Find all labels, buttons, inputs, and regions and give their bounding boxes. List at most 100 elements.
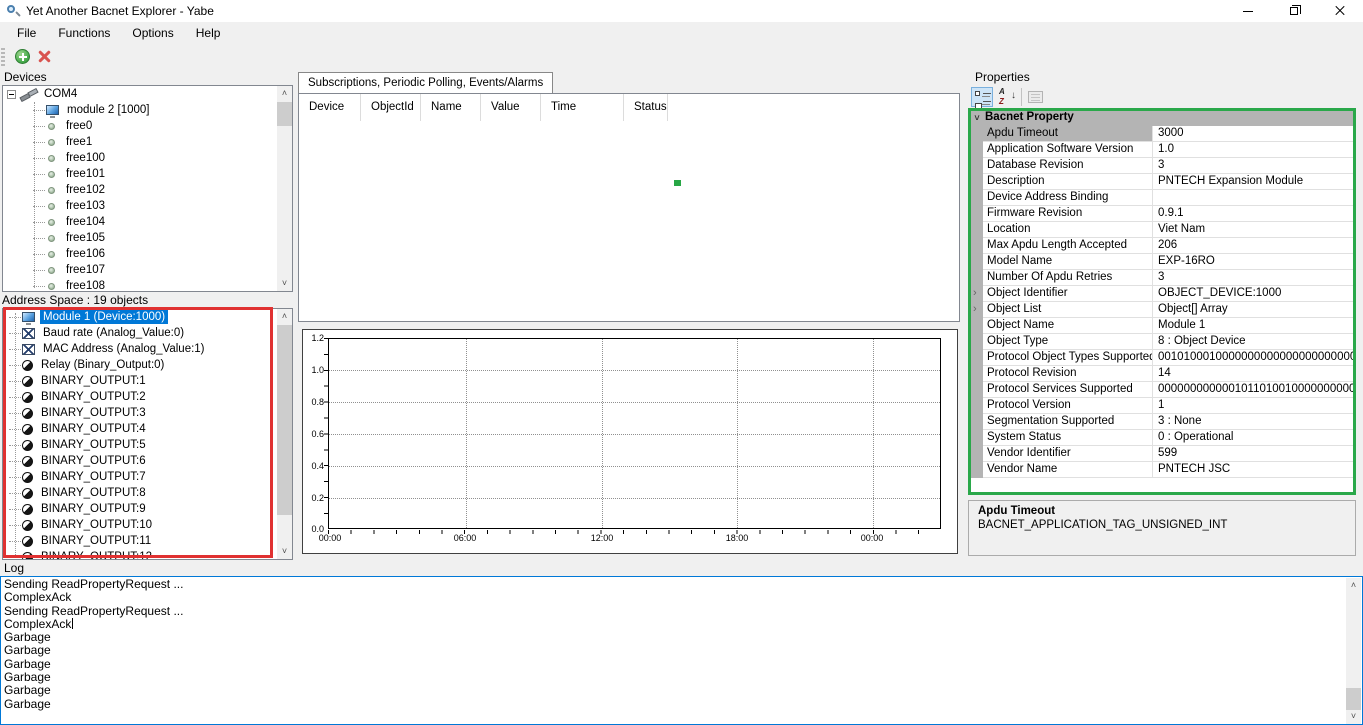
expand-chevron-icon[interactable] [969,398,983,414]
expand-chevron-icon[interactable] [969,206,983,222]
property-row[interactable]: Protocol Version 1 [969,398,1355,414]
tree-item[interactable]: BINARY_OUTPUT:5 [3,437,292,453]
scrollbar-thumb[interactable] [277,102,292,126]
tree-item[interactable]: BINARY_OUTPUT:6 [3,453,292,469]
chevron-down-icon[interactable]: ˅ [969,113,985,123]
property-row[interactable]: Device Address Binding [969,190,1355,206]
tree-item[interactable]: BINARY_OUTPUT:10 [3,517,292,533]
expand-chevron-icon[interactable] [969,446,983,462]
property-name[interactable]: Location [983,222,1153,238]
property-name[interactable]: Protocol Object Types Supported [983,350,1153,366]
property-name[interactable]: Vendor Identifier [983,446,1153,462]
expand-chevron-icon[interactable] [969,222,983,238]
property-row[interactable]: Model Name EXP-16RO [969,254,1355,270]
tree-item[interactable]: BINARY_OUTPUT:11 [3,533,292,549]
property-row[interactable]: Segmentation Supported 3 : None [969,414,1355,430]
tree-item[interactable]: free105 [3,230,292,246]
property-row[interactable]: Firmware Revision 0.9.1 [969,206,1355,222]
expand-chevron-icon[interactable] [969,286,983,302]
collapse-icon[interactable] [7,90,16,99]
tree-item-root[interactable]: COM4 [3,86,292,102]
property-name[interactable]: Database Revision [983,158,1153,174]
property-value[interactable]: 8 : Object Device [1153,334,1355,350]
expand-chevron-icon[interactable] [969,142,983,158]
property-name[interactable]: Vendor Name [983,462,1153,478]
tree-item[interactable]: Baud rate (Analog_Value:0) [3,325,292,341]
property-grid[interactable]: ˅ Bacnet Property Apdu Timeout 3000 Appl… [968,108,1356,495]
tree-item[interactable]: free0 [3,118,292,134]
property-value[interactable]: PNTECH Expansion Module [1153,174,1355,190]
tree-item[interactable]: free1 [3,134,292,150]
expand-chevron-icon[interactable] [969,350,983,366]
property-name[interactable]: Firmware Revision [983,206,1153,222]
expand-chevron-icon[interactable] [969,254,983,270]
scroll-up-icon[interactable]: ˄ [277,309,292,324]
sort-alphabetical-icon[interactable] [996,87,1018,107]
log-scrollbar[interactable]: ˄ ˅ [1346,578,1361,724]
expand-chevron-icon[interactable] [969,462,983,478]
property-value[interactable]: OBJECT_DEVICE:1000 [1153,286,1355,302]
property-name[interactable]: Segmentation Supported [983,414,1153,430]
tree-item[interactable]: free102 [3,182,292,198]
expand-chevron-icon[interactable] [969,126,983,142]
property-name[interactable]: Object Type [983,334,1153,350]
tree-item[interactable]: BINARY_OUTPUT:3 [3,405,292,421]
tree-item[interactable]: free106 [3,246,292,262]
restore-button[interactable] [1271,0,1317,22]
tree-item[interactable]: Module 1 (Device:1000) [3,309,292,325]
add-device-button[interactable] [11,46,33,68]
property-value[interactable]: 0 : Operational [1153,430,1355,446]
property-name[interactable]: Model Name [983,254,1153,270]
category-row[interactable]: ˅ Bacnet Property [969,109,1355,126]
property-row[interactable]: Vendor Identifier 599 [969,446,1355,462]
property-value[interactable]: Object[] Array [1153,302,1355,318]
property-row[interactable]: Object List Object[] Array [969,302,1355,318]
tree-item[interactable]: MAC Address (Analog_Value:1) [3,341,292,357]
property-name[interactable]: Device Address Binding [983,190,1153,206]
property-row[interactable]: Max Apdu Length Accepted 206 [969,238,1355,254]
property-row[interactable]: Application Software Version 1.0 [969,142,1355,158]
scroll-down-icon[interactable]: ˅ [277,276,292,291]
property-row[interactable]: Object Name Module 1 [969,318,1355,334]
property-value[interactable]: 3000 [1153,126,1355,142]
property-value[interactable]: 1.0 [1153,142,1355,158]
tree-item[interactable]: BINARY_OUTPUT:1 [3,373,292,389]
property-name[interactable]: Max Apdu Length Accepted [983,238,1153,254]
property-value[interactable]: PNTECH JSC [1153,462,1355,478]
property-row[interactable]: Location Viet Nam [969,222,1355,238]
address-space-tree[interactable]: Module 1 (Device:1000) Baud rate (Analog… [2,308,293,560]
tree-item[interactable]: BINARY_OUTPUT:2 [3,389,292,405]
tree-item[interactable]: free100 [3,150,292,166]
scroll-down-icon[interactable]: ˅ [277,544,292,559]
property-row[interactable]: Protocol Services Supported 000000000000… [969,382,1355,398]
tree-item[interactable]: BINARY_OUTPUT:12 [3,549,292,560]
column-header[interactable]: ObjectId [361,94,421,121]
column-header[interactable]: Value [481,94,541,121]
property-row[interactable]: Object Type 8 : Object Device [969,334,1355,350]
tree-item[interactable]: BINARY_OUTPUT:8 [3,485,292,501]
property-name[interactable]: Description [983,174,1153,190]
tree-item[interactable]: module 2 [1000] [3,102,292,118]
devices-scrollbar[interactable]: ˄ ˅ [277,86,292,291]
property-value[interactable]: 3 [1153,158,1355,174]
property-value[interactable]: 599 [1153,446,1355,462]
scroll-up-icon[interactable]: ˄ [1346,578,1361,593]
scrollbar-thumb[interactable] [277,325,292,515]
property-row[interactable]: Protocol Object Types Supported 00101000… [969,350,1355,366]
property-name[interactable]: Number Of Apdu Retries [983,270,1153,286]
property-value[interactable]: EXP-16RO [1153,254,1355,270]
tree-item[interactable]: BINARY_OUTPUT:7 [3,469,292,485]
menu-item[interactable]: Options [121,22,184,45]
tree-item[interactable]: free103 [3,198,292,214]
property-name[interactable]: Application Software Version [983,142,1153,158]
column-header[interactable]: Time [541,94,624,121]
categorized-icon[interactable] [971,87,993,107]
property-row[interactable]: Description PNTECH Expansion Module [969,174,1355,190]
expand-chevron-icon[interactable] [969,238,983,254]
property-name[interactable]: Protocol Services Supported [983,382,1153,398]
property-row[interactable]: Database Revision 3 [969,158,1355,174]
scroll-down-icon[interactable]: ˅ [1346,709,1361,724]
property-name[interactable]: Protocol Revision [983,366,1153,382]
address-scrollbar[interactable]: ˄ ˅ [277,309,292,559]
property-name[interactable]: Object Identifier [983,286,1153,302]
